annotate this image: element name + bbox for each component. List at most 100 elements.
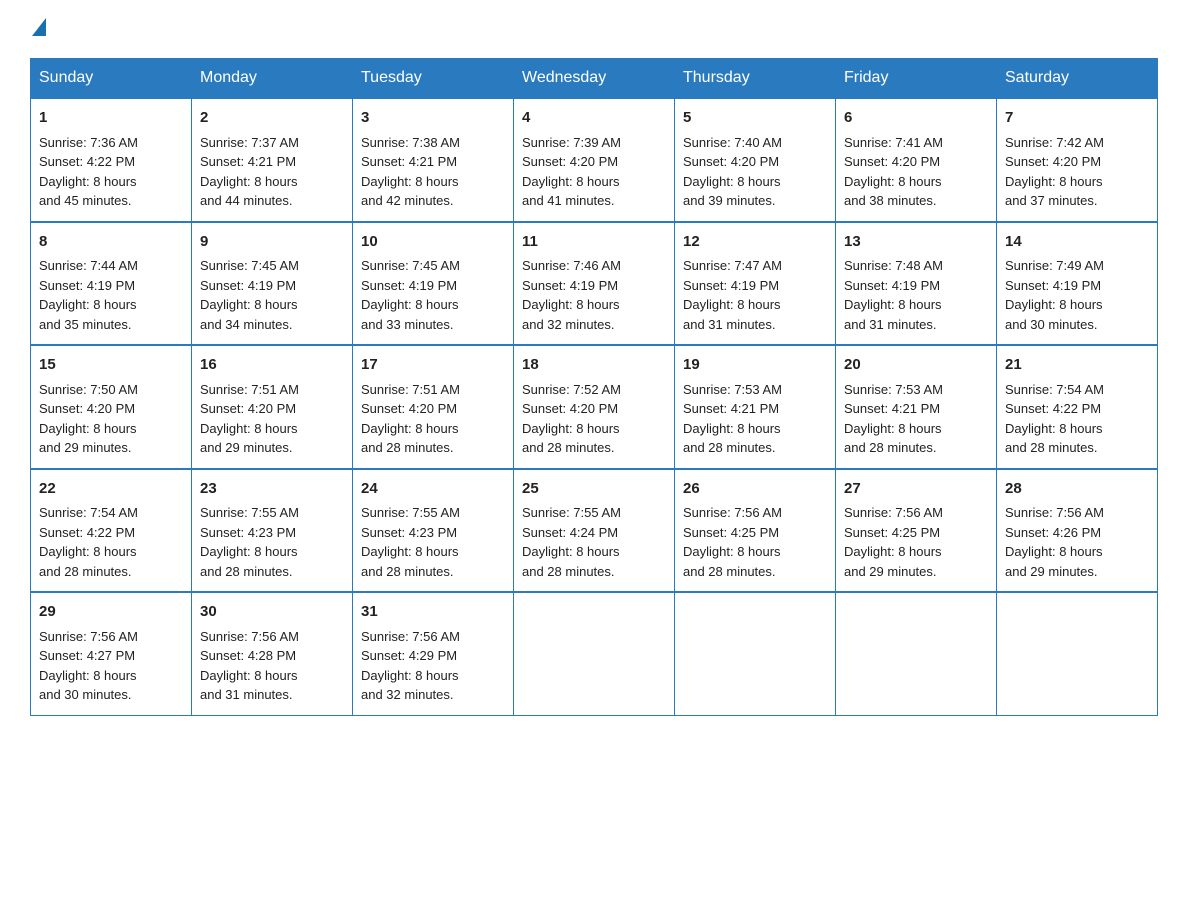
day-number: 31 — [361, 601, 505, 624]
day-number: 18 — [522, 354, 666, 377]
calendar-cell: 5 Sunrise: 7:40 AMSunset: 4:20 PMDaylight… — [675, 98, 836, 222]
week-row-4: 22Sunrise: 7:54 AMSunset: 4:22 PMDayligh… — [31, 469, 1158, 593]
calendar-cell: 16Sunrise: 7:51 AMSunset: 4:20 PMDayligh… — [192, 345, 353, 469]
day-info: Sunrise: 7:53 AMSunset: 4:21 PMDaylight:… — [844, 380, 988, 458]
calendar-cell: 19 Sunrise: 7:53 AMSunset: 4:21 PMDayligh… — [675, 345, 836, 469]
day-number: 7 — [1005, 107, 1149, 130]
day-number: 23 — [200, 478, 344, 501]
day-info: Sunrise: 7:38 AMSunset: 4:21 PMDaylight:… — [361, 133, 505, 211]
day-info: Sunrise: 7:56 AMSunset: 4:28 PMDaylight:… — [200, 627, 344, 705]
day-number: 19 — [683, 354, 827, 377]
day-number: 21 — [1005, 354, 1149, 377]
calendar-cell: 24Sunrise: 7:55 AMSunset: 4:23 PMDayligh… — [353, 469, 514, 593]
week-row-2: 8Sunrise: 7:44 AMSunset: 4:19 PMDaylight… — [31, 222, 1158, 346]
day-info: Sunrise: 7:56 AMSunset: 4:25 PMDaylight:… — [683, 503, 827, 581]
day-number: 27 — [844, 478, 988, 501]
day-info: Sunrise: 7:56 AMSunset: 4:26 PMDaylight:… — [1005, 503, 1149, 581]
day-number: 28 — [1005, 478, 1149, 501]
day-info: Sunrise: 7:50 AMSunset: 4:20 PMDaylight:… — [39, 380, 183, 458]
calendar-cell: 15 Sunrise: 7:50 AMSunset: 4:20 PMDayligh… — [31, 345, 192, 469]
day-number: 25 — [522, 478, 666, 501]
day-number: 17 — [361, 354, 505, 377]
day-number: 2 — [200, 107, 344, 130]
day-number: 3 — [361, 107, 505, 130]
calendar-cell: 21Sunrise: 7:54 AMSunset: 4:22 PMDayligh… — [997, 345, 1158, 469]
day-info: Sunrise: 7:41 AMSunset: 4:20 PMDaylight:… — [844, 133, 988, 211]
day-info: Sunrise: 7:52 AMSunset: 4:20 PMDaylight:… — [522, 380, 666, 458]
day-info: Sunrise: 7:48 AMSunset: 4:19 PMDaylight:… — [844, 256, 988, 334]
day-info: Sunrise: 7:54 AMSunset: 4:22 PMDaylight:… — [39, 503, 183, 581]
logo-triangle-icon — [32, 18, 46, 36]
calendar-cell: 26Sunrise: 7:56 AMSunset: 4:25 PMDayligh… — [675, 469, 836, 593]
day-info: Sunrise: 7:55 AMSunset: 4:23 PMDaylight:… — [361, 503, 505, 581]
day-number: 29 — [39, 601, 183, 624]
day-number: 15 — [39, 354, 183, 377]
day-info: Sunrise: 7:46 AMSunset: 4:19 PMDaylight:… — [522, 256, 666, 334]
week-row-1: 1Sunrise: 7:36 AMSunset: 4:22 PMDaylight… — [31, 98, 1158, 222]
day-info: Sunrise: 7:51 AMSunset: 4:20 PMDaylight:… — [361, 380, 505, 458]
weekday-header-saturday: Saturday — [997, 59, 1158, 99]
calendar-cell: 13Sunrise: 7:48 AMSunset: 4:19 PMDayligh… — [836, 222, 997, 346]
day-info: Sunrise: 7:40 AMSunset: 4:20 PMDaylight:… — [683, 133, 827, 211]
day-number: 6 — [844, 107, 988, 130]
calendar-cell: 23Sunrise: 7:55 AMSunset: 4:23 PMDayligh… — [192, 469, 353, 593]
day-info: Sunrise: 7:45 AMSunset: 4:19 PMDaylight:… — [361, 256, 505, 334]
day-info: Sunrise: 7:55 AMSunset: 4:24 PMDaylight:… — [522, 503, 666, 581]
weekday-header-tuesday: Tuesday — [353, 59, 514, 99]
day-info: Sunrise: 7:55 AMSunset: 4:23 PMDaylight:… — [200, 503, 344, 581]
calendar-cell: 20 Sunrise: 7:53 AMSunset: 4:21 PMDayligh… — [836, 345, 997, 469]
weekday-header-row: SundayMondayTuesdayWednesdayThursdayFrid… — [31, 59, 1158, 99]
calendar-cell: 10Sunrise: 7:45 AMSunset: 4:19 PMDayligh… — [353, 222, 514, 346]
weekday-header-thursday: Thursday — [675, 59, 836, 99]
calendar-cell: 25Sunrise: 7:55 AMSunset: 4:24 PMDayligh… — [514, 469, 675, 593]
weekday-header-monday: Monday — [192, 59, 353, 99]
day-info: Sunrise: 7:42 AMSunset: 4:20 PMDaylight:… — [1005, 133, 1149, 211]
calendar-cell: 27Sunrise: 7:56 AMSunset: 4:25 PMDayligh… — [836, 469, 997, 593]
day-number: 14 — [1005, 231, 1149, 254]
calendar-cell — [514, 592, 675, 715]
day-number: 5 — [683, 107, 827, 130]
calendar-cell: 12Sunrise: 7:47 AMSunset: 4:19 PMDayligh… — [675, 222, 836, 346]
day-info: Sunrise: 7:51 AMSunset: 4:20 PMDaylight:… — [200, 380, 344, 458]
day-number: 20 — [844, 354, 988, 377]
day-info: Sunrise: 7:45 AMSunset: 4:19 PMDaylight:… — [200, 256, 344, 334]
day-info: Sunrise: 7:53 AMSunset: 4:21 PMDaylight:… — [683, 380, 827, 458]
calendar-cell: 6 Sunrise: 7:41 AMSunset: 4:20 PMDaylight… — [836, 98, 997, 222]
calendar-cell: 11Sunrise: 7:46 AMSunset: 4:19 PMDayligh… — [514, 222, 675, 346]
week-row-3: 15 Sunrise: 7:50 AMSunset: 4:20 PMDayligh… — [31, 345, 1158, 469]
day-number: 12 — [683, 231, 827, 254]
day-number: 4 — [522, 107, 666, 130]
day-info: Sunrise: 7:37 AMSunset: 4:21 PMDaylight:… — [200, 133, 344, 211]
day-number: 24 — [361, 478, 505, 501]
calendar-cell: 17 Sunrise: 7:51 AMSunset: 4:20 PMDayligh… — [353, 345, 514, 469]
calendar-cell: 14Sunrise: 7:49 AMSunset: 4:19 PMDayligh… — [997, 222, 1158, 346]
day-number: 22 — [39, 478, 183, 501]
day-number: 30 — [200, 601, 344, 624]
calendar-cell: 8Sunrise: 7:44 AMSunset: 4:19 PMDaylight… — [31, 222, 192, 346]
day-number: 13 — [844, 231, 988, 254]
calendar-cell: 31 Sunrise: 7:56 AMSunset: 4:29 PMDayligh… — [353, 592, 514, 715]
day-info: Sunrise: 7:39 AMSunset: 4:20 PMDaylight:… — [522, 133, 666, 211]
calendar-cell: 3 Sunrise: 7:38 AMSunset: 4:21 PMDaylight… — [353, 98, 514, 222]
day-info: Sunrise: 7:56 AMSunset: 4:27 PMDaylight:… — [39, 627, 183, 705]
day-info: Sunrise: 7:56 AMSunset: 4:29 PMDaylight:… — [361, 627, 505, 705]
calendar-cell: 7 Sunrise: 7:42 AMSunset: 4:20 PMDaylight… — [997, 98, 1158, 222]
day-number: 11 — [522, 231, 666, 254]
calendar-cell: 4 Sunrise: 7:39 AMSunset: 4:20 PMDaylight… — [514, 98, 675, 222]
calendar-cell: 9Sunrise: 7:45 AMSunset: 4:19 PMDaylight… — [192, 222, 353, 346]
calendar-table: SundayMondayTuesdayWednesdayThursdayFrid… — [30, 58, 1158, 716]
day-info: Sunrise: 7:49 AMSunset: 4:19 PMDaylight:… — [1005, 256, 1149, 334]
weekday-header-friday: Friday — [836, 59, 997, 99]
calendar-cell — [836, 592, 997, 715]
day-number: 9 — [200, 231, 344, 254]
day-info: Sunrise: 7:44 AMSunset: 4:19 PMDaylight:… — [39, 256, 183, 334]
weekday-header-wednesday: Wednesday — [514, 59, 675, 99]
day-info: Sunrise: 7:56 AMSunset: 4:25 PMDaylight:… — [844, 503, 988, 581]
logo — [30, 20, 48, 40]
logo-area — [30, 20, 48, 40]
calendar-cell — [675, 592, 836, 715]
weekday-header-sunday: Sunday — [31, 59, 192, 99]
calendar-cell: 18 Sunrise: 7:52 AMSunset: 4:20 PMDayligh… — [514, 345, 675, 469]
day-info: Sunrise: 7:47 AMSunset: 4:19 PMDaylight:… — [683, 256, 827, 334]
week-row-5: 29 Sunrise: 7:56 AMSunset: 4:27 PMDayligh… — [31, 592, 1158, 715]
